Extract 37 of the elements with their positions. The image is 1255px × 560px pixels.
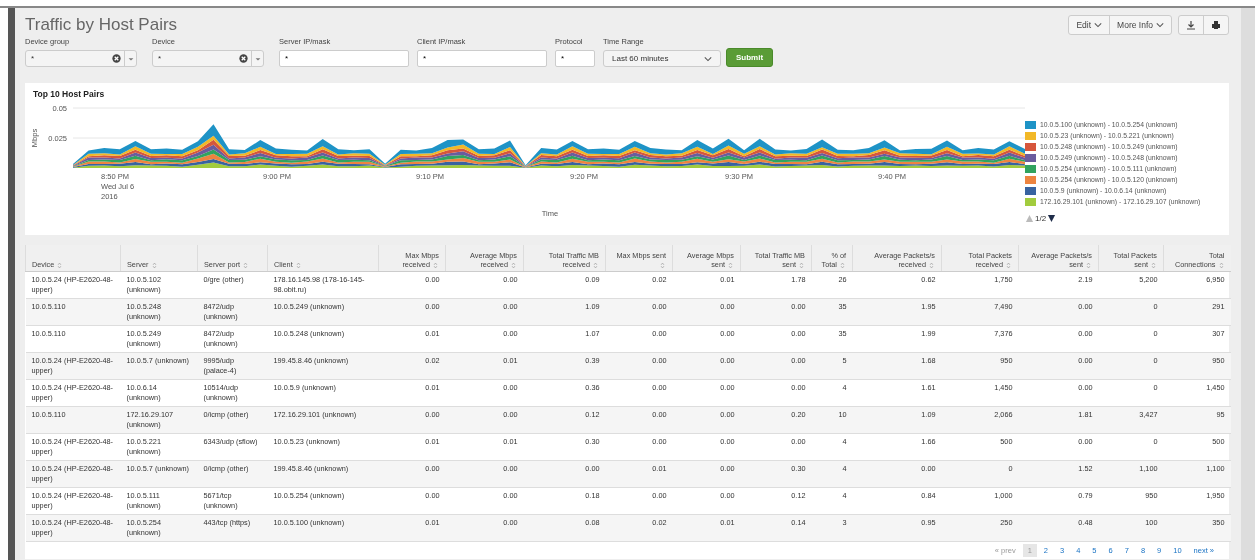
page-title: Traffic by Host Pairs xyxy=(25,15,178,35)
combo-box[interactable]: * xyxy=(25,50,137,67)
sort-icon xyxy=(242,261,250,269)
menu-button[interactable]: More Info xyxy=(1110,16,1171,34)
chevron-down-icon xyxy=(704,54,712,63)
sort-icon xyxy=(510,261,517,269)
sort-icon xyxy=(659,261,666,269)
sort-icon xyxy=(928,261,935,269)
sort-icon xyxy=(727,261,734,269)
time-range-select[interactable]: Last 60 minutes xyxy=(603,50,721,67)
chevron-down-icon xyxy=(1156,21,1164,29)
combo-box[interactable]: * xyxy=(152,50,264,67)
input-field[interactable]: * xyxy=(555,50,595,67)
sort-icon xyxy=(432,261,439,269)
input-field[interactable]: * xyxy=(417,50,547,67)
input-field[interactable]: * xyxy=(279,50,409,67)
panel-title: Top 10 Host Pairs xyxy=(33,89,106,99)
menu-button[interactable]: Edit xyxy=(1069,16,1111,34)
sort-icon xyxy=(150,261,158,269)
sort-icon xyxy=(56,261,64,269)
printer-icon xyxy=(1211,20,1221,30)
chevron-down-icon xyxy=(1094,21,1103,29)
up-arrow-icon[interactable] xyxy=(1025,214,1034,223)
sort-icon xyxy=(592,261,599,269)
scrollbar[interactable] xyxy=(1241,8,1255,560)
sort-icon xyxy=(294,261,302,269)
sort-icon xyxy=(1005,261,1012,269)
sort-icon xyxy=(1085,261,1092,269)
down-arrow-icon[interactable] xyxy=(1047,214,1057,223)
sort-icon xyxy=(798,261,805,269)
sort-icon xyxy=(1217,261,1225,269)
clear-icon xyxy=(112,54,121,63)
download-icon xyxy=(1186,20,1196,30)
sort-icon xyxy=(839,261,846,269)
sort-icon xyxy=(1150,261,1157,269)
legend-page: 1/2 xyxy=(1035,214,1047,223)
clear-icon xyxy=(239,54,248,63)
